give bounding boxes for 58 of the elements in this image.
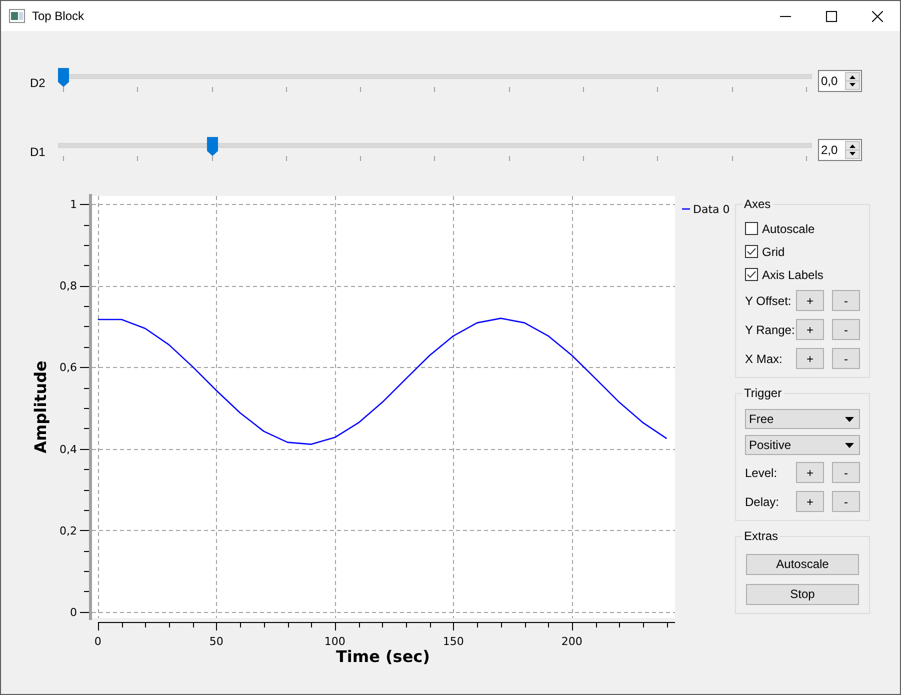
y-axis-title: Amplitude (31, 360, 50, 454)
app-icon (9, 9, 25, 23)
spin-box[interactable]: 2,0 (818, 139, 862, 161)
tick-label: 1 (70, 198, 77, 212)
field-label: Y Range: (745, 322, 796, 336)
checkbox-label: Axis Labels (762, 268, 824, 282)
increase-button[interactable]: + (796, 348, 824, 369)
maximize-icon (826, 10, 836, 22)
slider-label: D1 (30, 145, 46, 159)
slider-thumb[interactable] (206, 137, 218, 156)
field-label: X Max: (745, 352, 784, 366)
spin-arrows-icon (845, 72, 860, 90)
decrease-button[interactable]: - (832, 491, 860, 512)
group-title: Extras (742, 529, 780, 543)
slider[interactable] (58, 137, 812, 161)
slider-label: D2 (30, 76, 46, 90)
decrease-button[interactable]: - (832, 348, 860, 369)
tick-label: 200 (561, 635, 582, 648)
tick-label: 50 (209, 635, 224, 648)
caret-icon (845, 416, 854, 422)
group-title: Trigger (742, 386, 784, 400)
field-label: Level: (745, 466, 778, 480)
group-title: Axes (742, 197, 773, 211)
slider[interactable] (58, 68, 812, 92)
checkbox[interactable] (745, 222, 758, 235)
field-label: Delay: (745, 494, 780, 508)
field-label: Y Offset: (745, 294, 792, 308)
checkbox[interactable] (745, 268, 758, 281)
decrease-button[interactable]: - (832, 462, 860, 483)
legend-label: Data 0 (693, 203, 730, 216)
window-title: Top Block (32, 9, 84, 23)
close-icon (872, 10, 882, 22)
slider-thumb[interactable] (58, 68, 69, 87)
tick-label: 0,2 (60, 524, 77, 538)
tick-label: 0,8 (60, 280, 77, 293)
increase-button[interactable]: + (796, 491, 824, 512)
dropdown[interactable]: Free (745, 409, 860, 429)
tick-label: 0 (94, 635, 102, 648)
spin-arrows-icon (845, 141, 860, 159)
caret-icon (845, 442, 854, 448)
action-button[interactable]: Autoscale (746, 554, 859, 574)
checkbox-label: Autoscale (762, 222, 815, 236)
checkbox-label: Grid (762, 244, 785, 258)
action-button[interactable]: Stop (746, 584, 859, 604)
spin-box[interactable]: 0,0 (818, 70, 862, 92)
decrease-button[interactable]: - (832, 319, 860, 340)
x-axis-title: Time (sec) (336, 647, 430, 666)
tick-label: 0,4 (60, 442, 77, 456)
tick-label: 0,6 (60, 361, 77, 374)
tick-label: 150 (442, 635, 464, 648)
tick-label: 100 (324, 635, 346, 648)
decrease-button[interactable]: - (832, 290, 860, 311)
checkbox[interactable] (745, 245, 758, 258)
dropdown[interactable]: Positive (745, 435, 860, 455)
increase-button[interactable]: + (796, 290, 824, 311)
increase-button[interactable]: + (796, 319, 824, 340)
increase-button[interactable]: + (796, 462, 824, 483)
tick-label: 0 (70, 606, 77, 619)
